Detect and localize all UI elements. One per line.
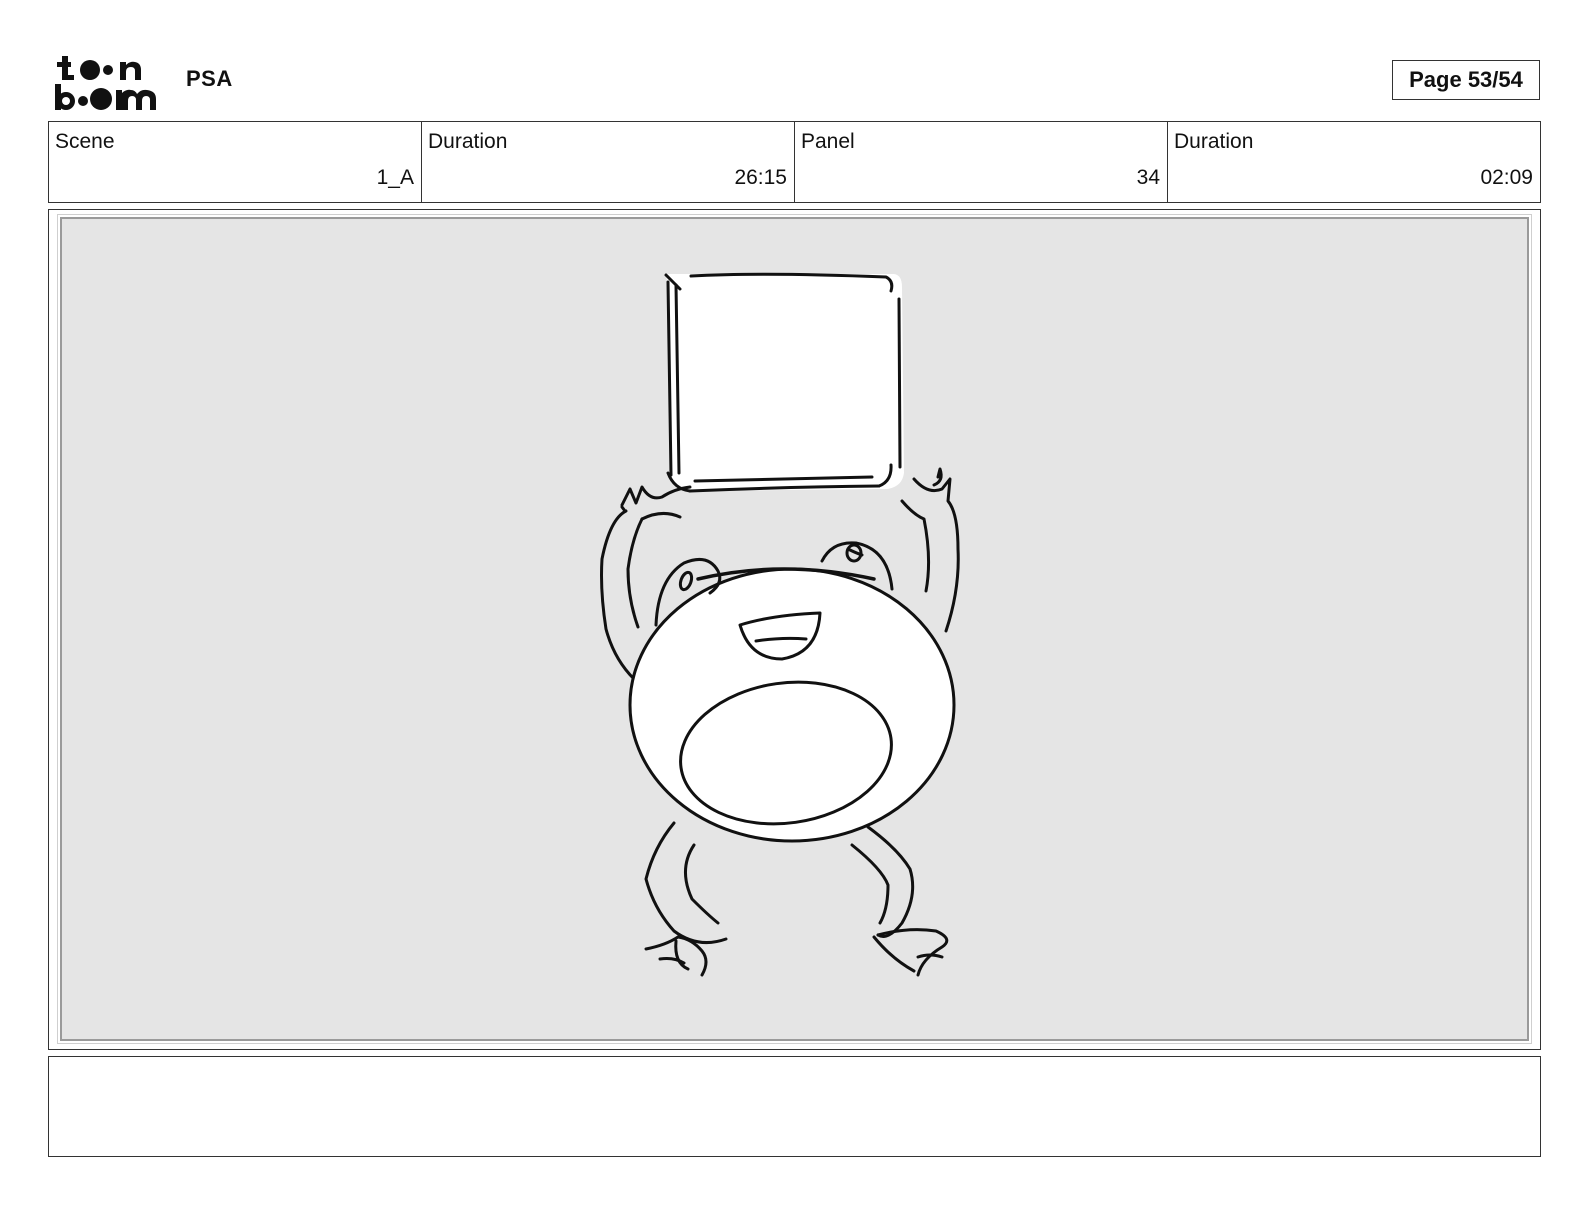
panel-duration-label: Duration: [1174, 130, 1254, 153]
storyboard-panel-frame: [48, 209, 1541, 1050]
panel-duration-cell: Duration 02:09: [1167, 122, 1540, 202]
scene-cell: Scene 1_A: [49, 122, 421, 202]
panel-drawing-area: [57, 214, 1532, 1044]
scene-info-table: Scene 1_A Duration 26:15 Panel 34 Durati…: [48, 121, 1541, 203]
frog-holding-box-sketch: [600, 272, 960, 977]
page-indicator: Page 53/54: [1392, 60, 1540, 100]
scene-value: 1_A: [376, 166, 414, 189]
scene-label: Scene: [55, 130, 115, 153]
panel-cell: Panel 34: [794, 122, 1167, 202]
panel-value: 34: [1136, 166, 1160, 189]
toon-boom-logo: [55, 56, 156, 110]
project-title: PSA: [186, 66, 233, 91]
scene-duration-cell: Duration 26:15: [421, 122, 794, 202]
scene-duration-label: Duration: [428, 130, 508, 153]
panel-duration-value: 02:09: [1480, 166, 1533, 189]
panel-label: Panel: [801, 130, 855, 153]
scene-duration-value: 26:15: [734, 166, 787, 189]
panel-notes-box[interactable]: [48, 1056, 1541, 1157]
